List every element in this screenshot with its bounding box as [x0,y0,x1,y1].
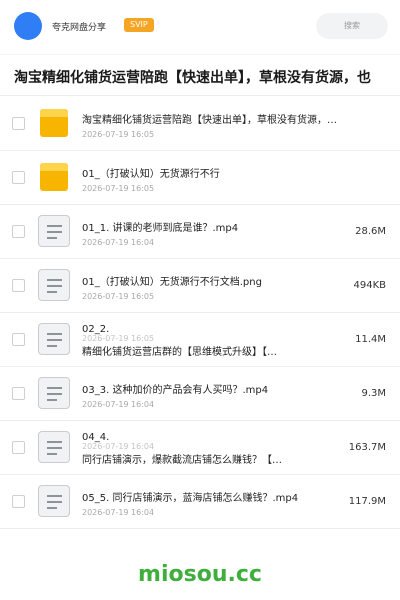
file-name-line-1: 02_2. [82,324,110,335]
file-date: 2026-07-19 16:04 [82,238,155,247]
file-name: 淘宝精细化铺货运营陪跑【快速出单】，草根没有货源，… [82,115,337,126]
file-name-line-2: 精细化铺货运营店群的【思维模式升级】【… [82,347,277,358]
checkbox[interactable] [12,171,25,184]
document-icon [38,269,70,301]
file-date: 2026-07-19 16:05 [82,184,155,193]
checkbox[interactable] [12,387,25,400]
checkbox[interactable] [12,333,25,346]
file-name-line-1: 04_4. [82,432,110,443]
file-size: 163.7M [348,442,386,453]
file-list: 淘宝精细化铺货运营陪跑【快速出单】，草根没有货源，… 2026-07-19 16… [0,97,400,529]
file-name: 01_1. 讲课的老师到底是谁？.mp4 [82,223,239,234]
list-item[interactable]: 03_3. 这种加价的产品会有人买吗？.mp4 2026-07-19 16:04… [0,367,400,421]
file-date: 2026-07-19 16:05 [82,130,155,139]
file-size: 9.3M [361,388,386,399]
list-item[interactable]: 2026-07-19 16:04 04_4. 同行店铺演示，爆款截流店铺怎么赚钱… [0,421,400,475]
list-item[interactable]: 淘宝精细化铺货运营陪跑【快速出单】，草根没有货源，… 2026-07-19 16… [0,97,400,151]
file-date: 2026-07-19 16:04 [82,442,155,451]
document-icon [38,485,70,517]
svip-badge: SVIP [124,18,154,32]
file-name: 05_5. 同行店铺演示，蓝海店铺怎么赚钱？.mp4 [82,493,299,504]
list-item[interactable]: 01_（打破认知）无货源行不行 2026-07-19 16:05 [0,151,400,205]
avatar[interactable] [14,12,42,40]
folder-icon [38,107,70,139]
checkbox[interactable] [12,495,25,508]
list-item[interactable]: 01_（打破认知）无货源行不行文档.png 2026-07-19 16:05 4… [0,259,400,313]
file-size: 28.6M [355,226,386,237]
file-date: 2026-07-19 16:04 [82,400,155,409]
title-bar: 淘宝精细化铺货运营陪跑【快速出单】，草根没有货源，也 [0,54,400,96]
file-date: 2026-07-19 16:04 [82,508,155,517]
document-icon [38,377,70,409]
list-item[interactable]: 05_5. 同行店铺演示，蓝海店铺怎么赚钱？.mp4 2026-07-19 16… [0,475,400,529]
watermark-logo: miosou.cc [138,562,262,587]
checkbox[interactable] [12,117,25,130]
header: 夸克网盘分享 SVIP 搜索 [0,0,400,52]
file-name: 03_3. 这种加价的产品会有人买吗？.mp4 [82,385,269,396]
document-icon [38,215,70,247]
file-name: 01_（打破认知）无货源行不行 [82,169,220,180]
list-item[interactable]: 2026-07-19 16:05 02_2. 精细化铺货运营店群的【思维模式升级… [0,313,400,367]
file-size: 11.4M [355,334,386,345]
file-date: 2026-07-19 16:05 [82,292,155,301]
file-date: 2026-07-19 16:05 [82,334,155,343]
list-item[interactable]: 01_1. 讲课的老师到底是谁？.mp4 2026-07-19 16:04 28… [0,205,400,259]
search-input[interactable]: 搜索 [316,13,388,39]
page-title: 淘宝精细化铺货运营陪跑【快速出单】，草根没有货源，也 [14,70,371,86]
file-size: 494KB [353,280,386,291]
folder-icon [38,161,70,193]
share-owner-name: 夸克网盘分享 [52,23,107,33]
checkbox[interactable] [12,279,25,292]
file-name: 01_（打破认知）无货源行不行文档.png [82,277,262,288]
file-size: 117.9M [348,496,386,507]
checkbox[interactable] [12,441,25,454]
file-name-line-2: 同行店铺演示，爆款截流店铺怎么赚钱？【… [82,455,282,466]
document-icon [38,431,70,463]
document-icon [38,323,70,355]
checkbox[interactable] [12,225,25,238]
